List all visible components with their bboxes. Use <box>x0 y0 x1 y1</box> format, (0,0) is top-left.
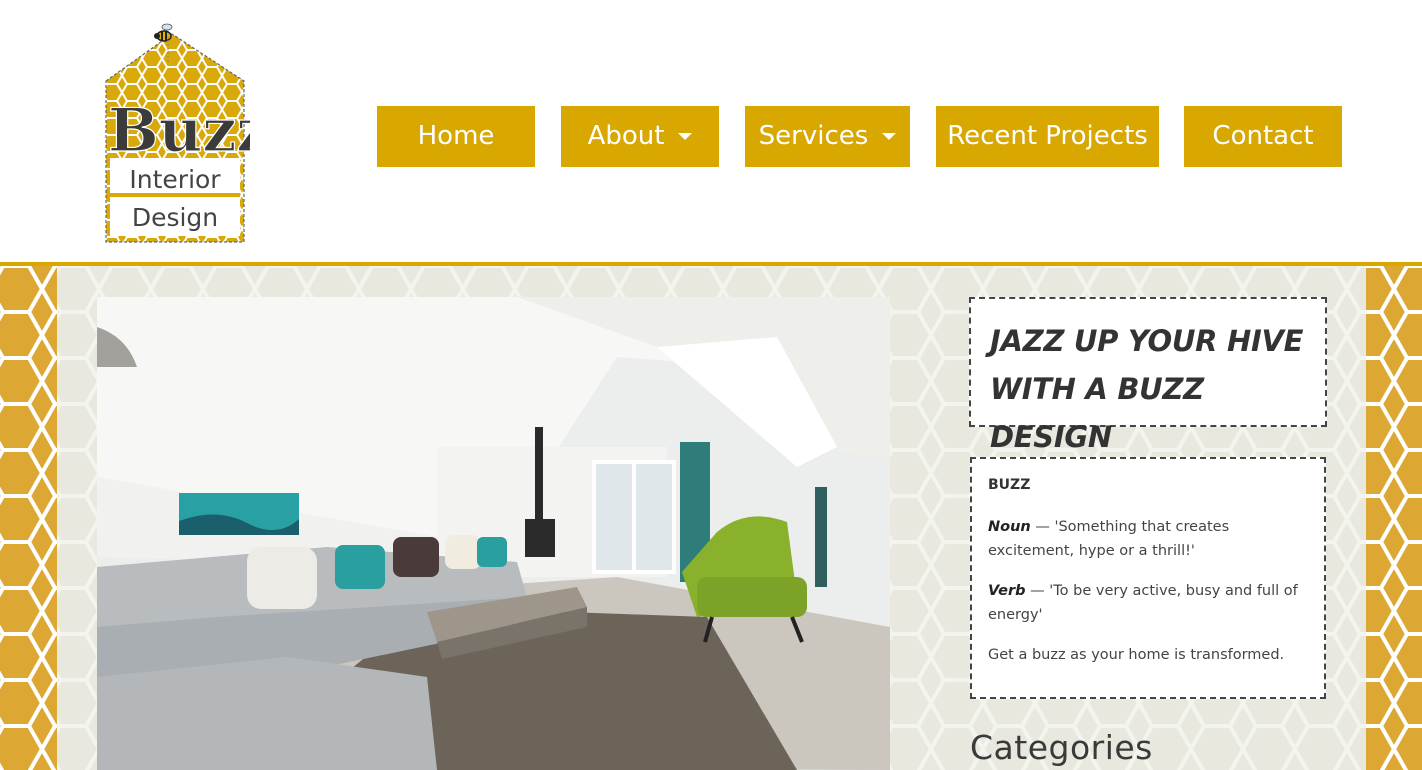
verb-text: — 'To be very active, busy and full of e… <box>988 583 1298 623</box>
tagline-line-2: WITH A BUZZ DESIGN <box>990 372 1204 454</box>
nav-contact-label: Contact <box>1212 121 1314 151</box>
definition-closing: Get a buzz as your home is transformed. <box>988 647 1285 663</box>
buzz-definition-box: BUZZ Noun — 'Something that creates exci… <box>970 457 1326 699</box>
living-room-photo <box>97 297 890 770</box>
definition-title: BUZZ <box>988 477 1031 493</box>
definition-noun: Noun — 'Something that creates excitemen… <box>988 515 1308 563</box>
logo-line-interior: Interior <box>129 165 221 194</box>
nav-about[interactable]: About <box>561 106 719 167</box>
tagline-line-1: JAZZ UP YOUR HIVE <box>990 324 1304 358</box>
site-header: Buzz Interior Design Home About Services… <box>0 0 1422 263</box>
nav-services[interactable]: Services <box>745 106 910 167</box>
verb-label: Verb <box>988 583 1026 599</box>
categories-heading: Categories <box>970 728 1153 767</box>
logo-line-design: Design <box>132 203 218 232</box>
nav-contact[interactable]: Contact <box>1184 106 1342 167</box>
site-logo[interactable]: Buzz Interior Design <box>102 16 271 248</box>
noun-label: Noun <box>988 519 1031 535</box>
nav-about-label: About <box>587 121 665 151</box>
nav-home[interactable]: Home <box>377 106 535 167</box>
nav-recent-projects[interactable]: Recent Projects <box>936 106 1159 167</box>
chevron-down-icon <box>678 133 693 140</box>
nav-home-label: Home <box>417 121 495 151</box>
nav-services-label: Services <box>758 121 869 151</box>
chevron-down-icon <box>882 133 897 140</box>
definition-verb: Verb — 'To be very active, busy and full… <box>988 579 1308 627</box>
nav-recent-projects-label: Recent Projects <box>947 121 1148 151</box>
logo-wordmark: Buzz <box>108 96 250 166</box>
tagline-box: JAZZ UP YOUR HIVE WITH A BUZZ DESIGN <box>969 297 1327 454</box>
